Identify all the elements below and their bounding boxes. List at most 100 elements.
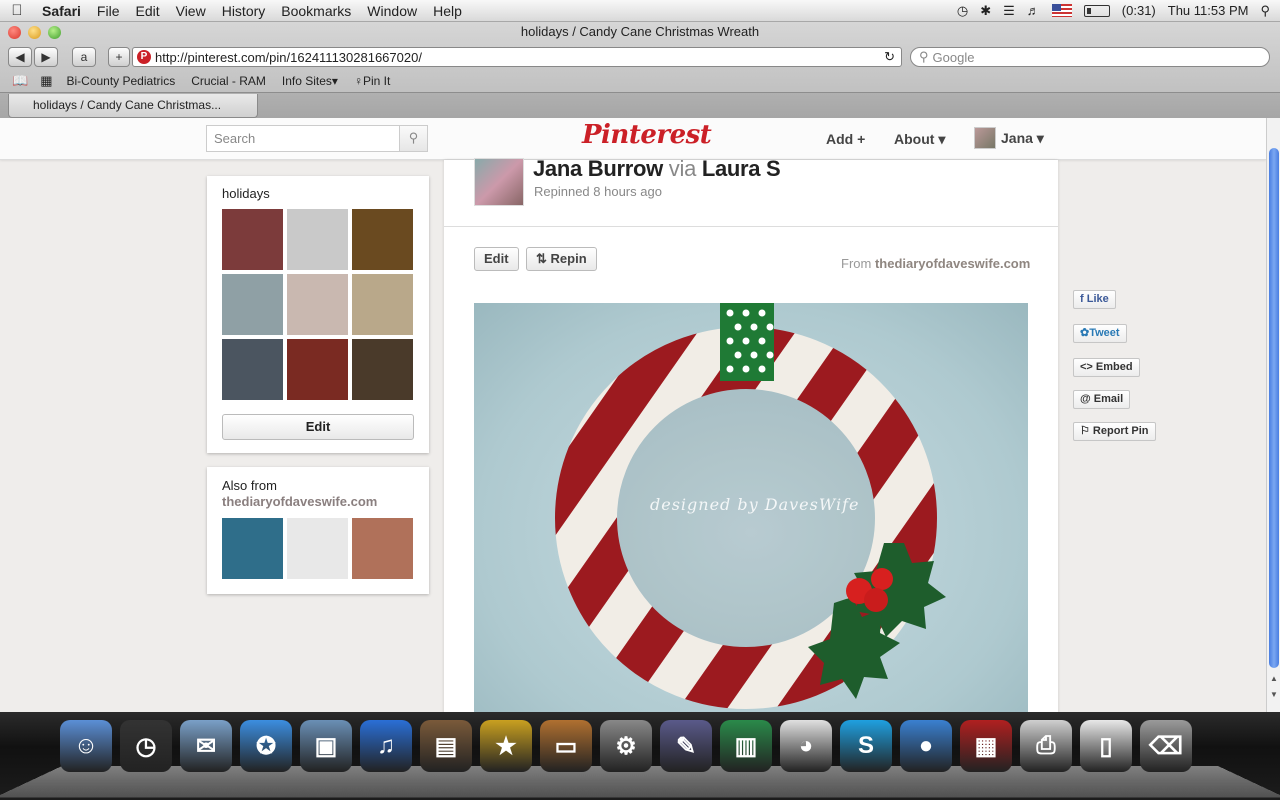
printer-icon[interactable]: ⎙ [1020,720,1072,772]
board-thumb[interactable] [222,339,283,400]
photo-booth-icon[interactable]: ▦ [960,720,1012,772]
menu-bookmarks[interactable]: Bookmarks [273,3,359,19]
dashboard-icon[interactable]: ◷ [120,720,172,772]
system-preferences-icon[interactable]: ⚙ [600,720,652,772]
board-thumb[interactable] [352,339,413,400]
ichat-icon[interactable]: ● [900,720,952,772]
vertical-scrollbar[interactable]: ▲ ▼ [1266,118,1280,712]
menu-file[interactable]: File [89,3,128,19]
documents-icon[interactable]: ▯ [1080,720,1132,772]
pinner-avatar[interactable] [474,158,524,206]
reload-icon[interactable]: ↻ [884,49,895,65]
nav-add[interactable]: Add + [826,131,865,147]
wifi-icon[interactable]: ☰ [1003,3,1015,19]
source-user-link[interactable]: Laura S [702,156,781,181]
menu-view[interactable]: View [168,3,214,19]
tweet-button[interactable]: ✿Tweet [1073,324,1127,343]
add-bookmark-button[interactable]: + [108,47,130,67]
input-language-flag-icon[interactable] [1051,4,1072,17]
image-watermark: designed by DavesWife [650,495,860,514]
pinner-name-link[interactable]: Jana Burrow [533,156,663,181]
tab-active[interactable]: holidays / Candy Cane Christmas... [8,94,258,118]
top-sites-grid-icon[interactable]: ▦ [34,73,58,89]
numbers-icon[interactable]: ▥ [720,720,772,772]
nav-about[interactable]: About ▾ [894,131,945,148]
menu-help[interactable]: Help [425,3,470,19]
also-from-thumb[interactable] [287,518,348,579]
address-bar[interactable]: P http://pinterest.com/pin/1624111302816… [132,47,902,67]
imovie-icon[interactable]: ★ [480,720,532,772]
pinterest-logo[interactable]: Pinterest [582,120,712,150]
repin-button[interactable]: ⇅ Repin [526,247,597,271]
finder-icon[interactable]: ☺ [60,720,112,772]
safari-icon[interactable]: ✪ [240,720,292,772]
board-thumb[interactable] [287,339,348,400]
menu-history[interactable]: History [214,3,274,19]
url-text[interactable]: http://pinterest.com/pin/162411130281667… [155,50,422,65]
also-from-thumb[interactable] [352,518,413,579]
pen-icon[interactable]: ✎ [660,720,712,772]
menu-window[interactable]: Window [359,3,425,19]
like-label: Like [1086,293,1109,305]
bookmark-crucial-ram[interactable]: Crucial - RAM [183,74,274,88]
mail-icon[interactable]: ✉ [180,720,232,772]
keynote-icon[interactable]: ▭ [540,720,592,772]
itunes-icon[interactable]: ♫ [360,720,412,772]
edit-board-button[interactable]: Edit [222,414,414,440]
picasa-icon[interactable]: ◕ [780,720,832,772]
amazon-bookmarklet-button[interactable]: a [72,47,96,67]
from-domain-link[interactable]: thediaryofdaveswife.com [875,256,1030,271]
edit-pin-button[interactable]: Edit [474,247,519,271]
forward-button[interactable]: ▶ [34,47,58,67]
apple-menu-icon[interactable]:  [0,2,34,19]
scroll-down-arrow-icon[interactable]: ▼ [1269,690,1279,702]
board-name[interactable]: holidays [222,186,270,201]
board-thumb[interactable] [352,209,413,270]
embed-button[interactable]: <> Embed [1073,358,1140,377]
also-from-card: Also from thediaryofdaveswife.com [207,467,429,594]
volume-icon[interactable]: ♬ [1027,3,1040,18]
trash-icon[interactable]: ⌫ [1140,720,1192,772]
bookmark-bi-county-pediatrics[interactable]: Bi-County Pediatrics [58,74,183,88]
also-from-source-link[interactable]: thediaryofdaveswife.com [222,494,377,509]
image-capture-icon[interactable]: ▤ [420,720,472,772]
menu-safari[interactable]: Safari [34,3,89,19]
board-thumb[interactable] [352,274,413,335]
board-thumb[interactable] [222,209,283,270]
pinterest-search-input[interactable]: Search ⚲ [206,125,428,152]
facebook-like-button[interactable]: f Like [1073,290,1116,309]
skype-icon[interactable]: S [840,720,892,772]
pin-source: From thediaryofdaveswife.com [841,256,1030,271]
board-thumb[interactable] [287,209,348,270]
nav-user-menu[interactable]: Jana ▾ [974,127,1044,149]
facebook-icon: f [1080,293,1084,305]
back-button[interactable]: ◀ [8,47,32,67]
bluetooth-icon[interactable]: ✱ [980,3,991,19]
reading-list-icon[interactable]: 📖 [6,73,34,89]
web-page: Search ⚲ Pinterest Add + About ▾ Jana ▾ … [0,118,1266,712]
battery-icon[interactable] [1083,4,1110,17]
pinterest-search-placeholder: Search [214,131,256,146]
iphoto-icon[interactable]: ▣ [300,720,352,772]
search-icon[interactable]: ⚲ [399,126,427,151]
pin-image[interactable]: designed by DavesWife [474,303,1028,712]
from-label: From [841,256,872,271]
menu-edit[interactable]: Edit [127,3,167,19]
bookmark-pin-it[interactable]: ♀Pin It [346,74,398,88]
via-label: via [668,156,697,181]
bookmark-info-sites[interactable]: Info Sites▾ [274,74,346,88]
scroll-up-arrow-icon[interactable]: ▲ [1269,674,1279,686]
twitter-bird-icon: ✿ [1080,327,1090,339]
browser-toolbar: holidays / Candy Cane Christmas Wreath ◀… [0,22,1280,118]
scrollbar-thumb[interactable] [1269,148,1279,668]
spotlight-icon[interactable]: ⚲ [1260,3,1270,19]
email-button[interactable]: @ Email [1073,390,1131,409]
google-search-field[interactable]: ⚲ Google [910,47,1270,67]
also-from-thumb[interactable] [222,518,283,579]
battery-time[interactable]: (0:31) [1122,3,1156,18]
menubar-clock[interactable]: Thu 11:53 PM [1168,3,1249,18]
board-thumb[interactable] [222,274,283,335]
report-pin-button[interactable]: ⚐ Report Pin [1073,422,1156,441]
board-thumb[interactable] [287,274,348,335]
time-machine-icon[interactable]: ◷ [957,3,968,19]
